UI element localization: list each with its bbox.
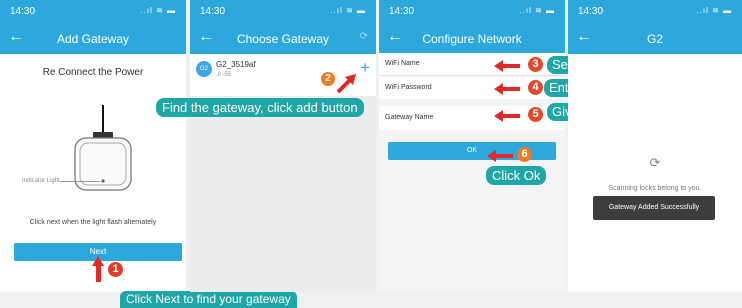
indicator-light-dot <box>101 179 105 183</box>
red-arrow-left-4 <box>494 83 520 95</box>
gateway-signal: .ıl -55 <box>216 72 232 78</box>
status-icons: ..ıl ≋ ▬ <box>140 6 176 15</box>
nav-bar: ← Configure Network <box>379 24 565 54</box>
success-toast: Gateway Added Successfully <box>593 196 715 220</box>
divider <box>379 75 565 76</box>
page-title: G2 <box>646 32 663 46</box>
step-badge-6: 6 <box>517 147 532 162</box>
wifi-name-label: WiFi Name <box>385 60 420 67</box>
annotation-find-gateway: Find the gateway, click add button <box>156 98 364 117</box>
step-badge-3: 3 <box>528 57 543 72</box>
page-title: Add Gateway <box>56 32 130 46</box>
red-arrow-diagonal <box>336 74 356 94</box>
status-time: 14:30 <box>578 6 604 17</box>
indicator-light-label: Indicator Light <box>22 178 60 184</box>
step-badge-1: 1 <box>108 262 123 277</box>
red-arrow-up <box>96 264 101 282</box>
red-arrow-left-6 <box>487 150 513 162</box>
red-arrow-up-head <box>92 256 104 266</box>
status-bar: 14:30 ..ıl ≋ ▬ <box>568 0 742 24</box>
nav-bar: ← Add Gateway <box>0 24 186 54</box>
refresh-icon[interactable]: ⟳ <box>360 31 368 42</box>
page-title: Choose Gateway <box>236 32 330 46</box>
red-arrow-left-3 <box>494 60 520 72</box>
status-bar: 14:30 ..ıl ≋ ▬ <box>0 0 186 24</box>
scanning-text: Scanning locks belong to you. <box>608 185 702 192</box>
status-bar: 14:30 ..ıl ≋ ▬ <box>379 0 565 24</box>
gateway-avatar: G2 <box>196 61 212 77</box>
instruction-text: Click next when the light flash alternat… <box>29 219 157 226</box>
status-time: 14:30 <box>389 6 415 17</box>
reconnect-heading: Re Connect the Power <box>42 67 144 78</box>
step-badge-4: 4 <box>528 80 543 95</box>
status-bar: 14:30 ..ıl ≋ ▬ <box>190 0 376 24</box>
red-arrow-left-5 <box>494 110 520 122</box>
status-icons: ..ıl ≋ ▬ <box>519 6 555 15</box>
step-badge-2: 2 <box>321 72 335 86</box>
status-time: 14:30 <box>10 6 36 17</box>
screen-add-gateway: 14:30 ..ıl ≋ ▬ ← Add Gateway Re Connect … <box>0 0 186 292</box>
add-gateway-icon[interactable]: + <box>360 58 370 78</box>
screen-configure-network: 14:30 ..ıl ≋ ▬ ← Configure Network WiFi … <box>379 0 565 292</box>
gateway-name-label: Gateway Name <box>385 114 434 121</box>
annotation-click-ok: Click Ok <box>486 166 547 185</box>
loading-spinner-icon: ⟳ <box>649 155 661 170</box>
indicator-pointer-line <box>60 181 100 182</box>
page-title: Configure Network <box>422 32 522 46</box>
status-icons: ..ıl ≋ ▬ <box>696 6 732 15</box>
annotation-click-next: Click Next to find your gateway <box>120 291 297 308</box>
screen-g2: 14:30 ..ıl ≋ ▬ ← G2 ⟳ Scanning locks bel… <box>568 0 742 292</box>
wifi-password-label: WiFi Password <box>385 84 432 91</box>
step-badge-5: 5 <box>528 107 543 122</box>
status-icons: ..ıl ≋ ▬ <box>330 6 366 15</box>
status-time: 14:30 <box>200 6 226 17</box>
nav-bar: ← Choose Gateway ⟳ <box>190 24 376 54</box>
gateway-name: G2_3519af <box>216 60 256 69</box>
screen-choose-gateway: 14:30 ..ıl ≋ ▬ ← Choose Gateway ⟳ G2 G2_… <box>190 0 376 292</box>
nav-bar: ← G2 <box>568 24 742 54</box>
